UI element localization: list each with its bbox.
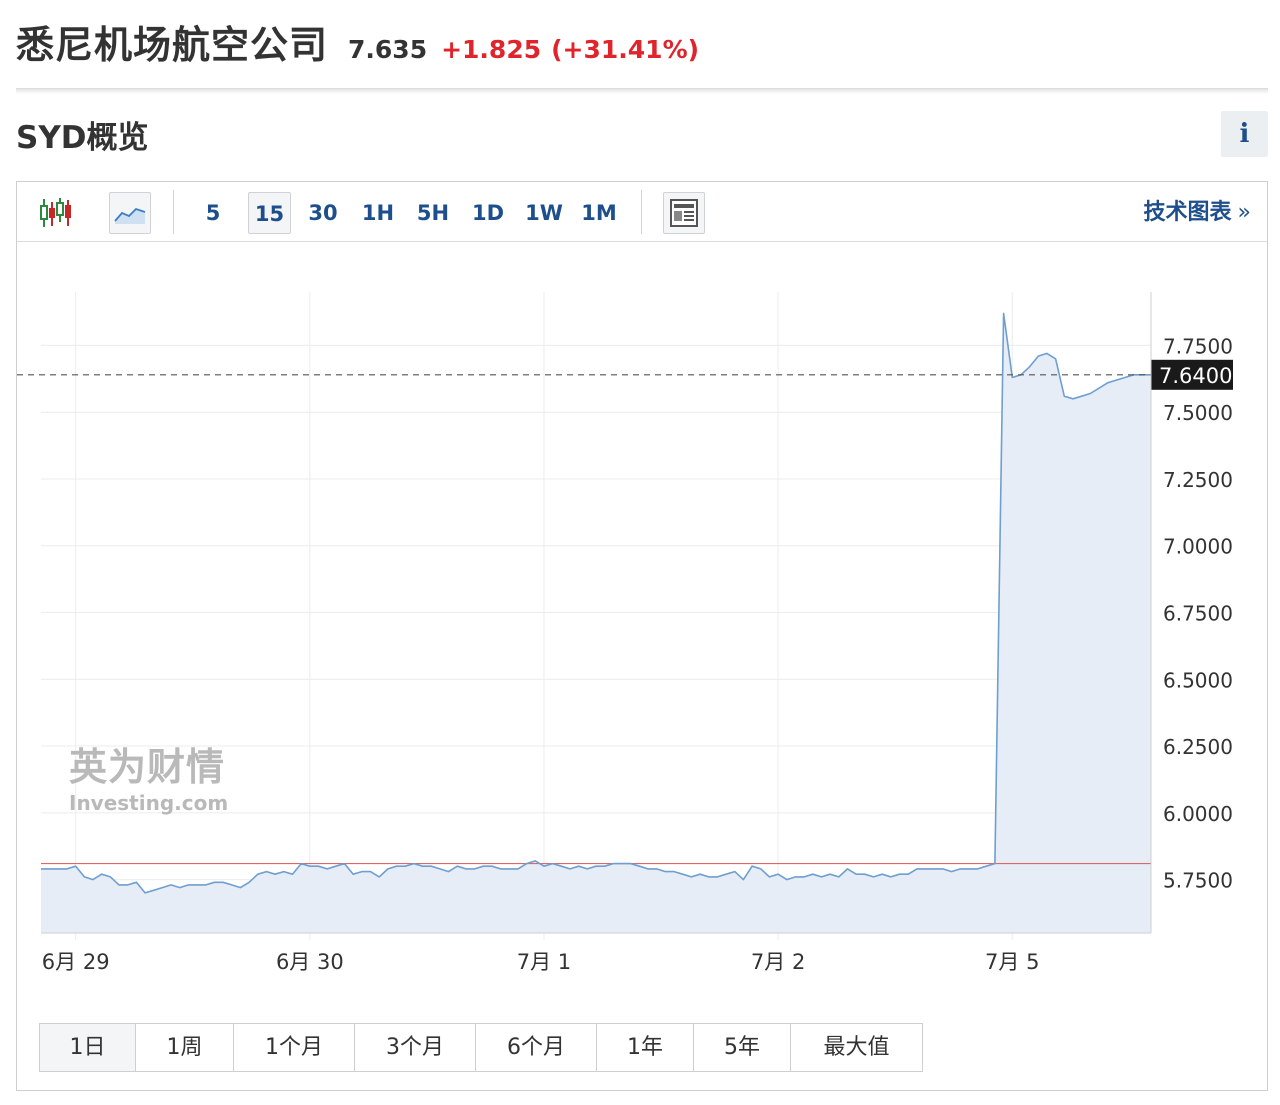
y-tick-label: 6.2500 bbox=[1163, 735, 1233, 759]
range-6-months[interactable]: 6个月 bbox=[476, 1024, 597, 1071]
range-max[interactable]: 最大值 bbox=[791, 1024, 922, 1071]
price-change: +1.825 bbox=[441, 35, 542, 64]
investing-watermark-en: Investing.com bbox=[69, 791, 228, 815]
y-tick-label: 7.7500 bbox=[1163, 334, 1233, 358]
x-tick-label: 7月 1 bbox=[517, 950, 571, 974]
y-tick-label: 7.2500 bbox=[1163, 468, 1233, 492]
x-tick-label: 7月 5 bbox=[985, 950, 1039, 974]
x-tick-label: 7月 2 bbox=[751, 950, 805, 974]
range-1-week[interactable]: 1周 bbox=[136, 1024, 234, 1071]
investing-watermark-cn: 英为财情 bbox=[69, 745, 225, 789]
company-name: 悉尼机场航空公司 bbox=[16, 23, 329, 67]
x-tick-label: 6月 29 bbox=[42, 950, 110, 974]
y-tick-label: 5.7500 bbox=[1163, 869, 1233, 893]
range-3-months[interactable]: 3个月 bbox=[355, 1024, 476, 1071]
range-1-year[interactable]: 1年 bbox=[597, 1024, 694, 1071]
overview-title: SYD概览 bbox=[16, 120, 149, 156]
time-range-selector: 1日 1周 1个月 3个月 6个月 1年 5年 最大值 bbox=[39, 1023, 923, 1072]
header-divider bbox=[16, 88, 1268, 94]
current-price-label: 7.6400 bbox=[1159, 364, 1232, 388]
x-tick-label: 6月 30 bbox=[276, 950, 344, 974]
range-5-years[interactable]: 5年 bbox=[694, 1024, 791, 1071]
last-price: 7.635 bbox=[348, 35, 428, 64]
y-tick-label: 6.7500 bbox=[1163, 602, 1233, 626]
price-chart[interactable]: 6月 29 6月 30 7月 1 7月 2 7月 5 7.7500 7.5000 7.2500… bbox=[17, 182, 1267, 1022]
info-button[interactable]: i bbox=[1221, 111, 1268, 157]
y-tick-label: 7.5000 bbox=[1163, 401, 1233, 425]
range-1-month[interactable]: 1个月 bbox=[234, 1024, 355, 1071]
price-change-percent: (+31.41%) bbox=[551, 35, 700, 64]
y-tick-label: 6.5000 bbox=[1163, 668, 1233, 692]
stock-header: 悉尼机场航空公司 7.635 +1.825 (+31.41%) bbox=[16, 14, 700, 67]
y-tick-label: 7.0000 bbox=[1163, 535, 1233, 559]
price-area-fill bbox=[41, 313, 1151, 933]
chart-panel: 5 15 30 1H 5H 1D 1W 1M 技术图表» 6月 29 6月 30 7… bbox=[16, 181, 1268, 1091]
y-tick-label: 6.0000 bbox=[1163, 802, 1233, 826]
range-1-day[interactable]: 1日 bbox=[40, 1024, 136, 1071]
